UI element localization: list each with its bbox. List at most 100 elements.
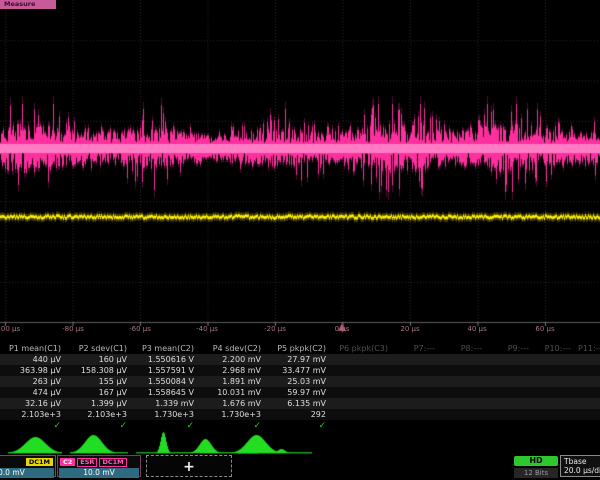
bottom-descriptor-bar: C1 DC1M 10.0 mV C2 ESR DC1M 10.0 mV + HD… — [0, 454, 600, 480]
time-axis-label: -60 µs — [129, 325, 151, 333]
table-cell: 160 µV — [68, 354, 134, 365]
table-row: 363.98 µV158.308 µV1.557591 V2.968 mV33.… — [0, 365, 600, 376]
table-header-cell: P2 sdev(C1) — [68, 343, 134, 354]
table-cell — [395, 365, 442, 376]
oscilloscope-screen: Measure -100 µs-80 µs-60 µs-40 µs-20 µs0… — [0, 0, 600, 480]
time-axis-label: 60 µs — [535, 325, 554, 333]
table-cell: 59.97 mV — [268, 387, 333, 398]
status-check — [442, 420, 489, 432]
table-cell: 1.399 µV — [68, 398, 134, 409]
table-row: 474 µV167 µV1.558645 V10.031 mV59.97 mV — [0, 387, 600, 398]
time-axis-label: 40 µs — [467, 325, 486, 333]
table-row: 440 µV160 µV1.550616 V2.200 mV27.97 mV — [0, 354, 600, 365]
table-row: 263 µV155 µV1.550084 V1.891 mV25.03 mV — [0, 376, 600, 387]
channel1-descriptor[interactable]: C1 DC1M 10.0 mV — [0, 455, 56, 477]
table-cell — [442, 376, 489, 387]
timebase-label: Tbase — [561, 456, 600, 466]
hd-mode-badge[interactable]: HD — [514, 456, 558, 466]
timebase-descriptor[interactable]: Tbase 20.0 µs/div — [560, 455, 600, 477]
table-cell — [395, 409, 442, 420]
time-axis-label: 0 µs — [335, 325, 350, 333]
table-cell — [489, 409, 536, 420]
table-cell: 2.200 mV — [201, 354, 268, 365]
table-cell: 1.550616 V — [134, 354, 201, 365]
table-cell — [536, 354, 578, 365]
c2-label-badge: C2 — [60, 458, 75, 466]
table-cell: 474 µV — [0, 387, 68, 398]
table-cell — [333, 398, 395, 409]
table-cell: 1.730e+3 — [201, 409, 268, 420]
table-cell: 292 — [268, 409, 333, 420]
time-axis-label: -100 µs — [0, 325, 20, 333]
table-cell: 25.03 mV — [268, 376, 333, 387]
table-cell — [333, 387, 395, 398]
status-check — [333, 420, 395, 432]
hd-bits-label: 12 Bits — [514, 468, 558, 478]
table-cell — [333, 409, 395, 420]
table-cell — [489, 387, 536, 398]
table-cell: 10.031 mV — [201, 387, 268, 398]
table-cell — [395, 376, 442, 387]
table-header-cell: P7:--- — [395, 343, 442, 354]
table-header-cell: P5 pkpk(C2) — [268, 343, 333, 354]
table-cell: 2.968 mV — [201, 365, 268, 376]
table-cell: 2.103e+3 — [0, 409, 68, 420]
status-check: ✓ — [268, 420, 333, 432]
table-header-cell: P6 pkpk(C3) — [333, 343, 395, 354]
table-cell — [536, 409, 578, 420]
time-axis-label: 20 µs — [400, 325, 419, 333]
table-cell — [489, 398, 536, 409]
table-cell: 6.135 mV — [268, 398, 333, 409]
status-check: ✓ — [134, 420, 201, 432]
table-cell: 27.97 mV — [268, 354, 333, 365]
plus-icon: + — [183, 459, 195, 475]
table-cell — [578, 409, 600, 420]
time-axis-label: -80 µs — [62, 325, 84, 333]
status-check-row: ✓✓✓✓✓ — [0, 420, 600, 432]
table-cell: 167 µV — [68, 387, 134, 398]
table-cell — [578, 376, 600, 387]
table-header-cell: P8:--- — [442, 343, 489, 354]
channel2-descriptor[interactable]: C2 ESR DC1M 10.0 mV — [57, 455, 141, 477]
table-cell: 2.103e+3 — [68, 409, 134, 420]
status-check — [578, 420, 600, 432]
table-cell: 33.477 mV — [268, 365, 333, 376]
table-header-cell: P11:--- — [578, 343, 600, 354]
table-row: 32.16 µV1.399 µV1.339 mV1.676 mV6.135 mV — [0, 398, 600, 409]
status-check: ✓ — [201, 420, 268, 432]
table-cell — [395, 354, 442, 365]
table-cell: 1.891 mV — [201, 376, 268, 387]
table-cell — [578, 354, 600, 365]
add-trace-button[interactable]: + — [146, 455, 232, 477]
table-cell — [578, 365, 600, 376]
table-cell: 1.557591 V — [134, 365, 201, 376]
time-axis: -100 µs-80 µs-60 µs-40 µs-20 µs0 µs20 µs… — [0, 323, 600, 337]
table-cell: 363.98 µV — [0, 365, 68, 376]
table-cell — [333, 365, 395, 376]
table-cell — [395, 398, 442, 409]
timebase-scale: 20.0 µs/div — [561, 466, 600, 476]
table-cell — [395, 387, 442, 398]
table-header-cell: P3 mean(C2) — [134, 343, 201, 354]
time-axis-label: -40 µs — [196, 325, 218, 333]
table-cell: 1.676 mV — [201, 398, 268, 409]
table-cell — [536, 398, 578, 409]
c1-vertical-scale: 10.0 mV — [0, 468, 54, 478]
table-cell — [442, 398, 489, 409]
status-check — [395, 420, 442, 432]
table-cell: 1.550084 V — [134, 376, 201, 387]
c2-vertical-scale: 10.0 mV — [59, 468, 139, 478]
table-row: 2.103e+32.103e+31.730e+31.730e+3292 — [0, 409, 600, 420]
table-cell — [536, 365, 578, 376]
table-cell: 158.308 µV — [68, 365, 134, 376]
table-header-cell: P1 mean(C1) — [0, 343, 68, 354]
table-cell: 1.339 mV — [134, 398, 201, 409]
table-cell — [333, 376, 395, 387]
table-cell — [442, 387, 489, 398]
table-header-row: P1 mean(C1)P2 sdev(C1)P3 mean(C2)P4 sdev… — [0, 343, 600, 354]
c1-coupling-badge: DC1M — [26, 458, 53, 466]
top-left-menu-badge[interactable]: Measure — [0, 0, 56, 9]
c2-esr-badge: ESR — [77, 458, 97, 467]
status-check — [536, 420, 578, 432]
table-cell — [489, 365, 536, 376]
